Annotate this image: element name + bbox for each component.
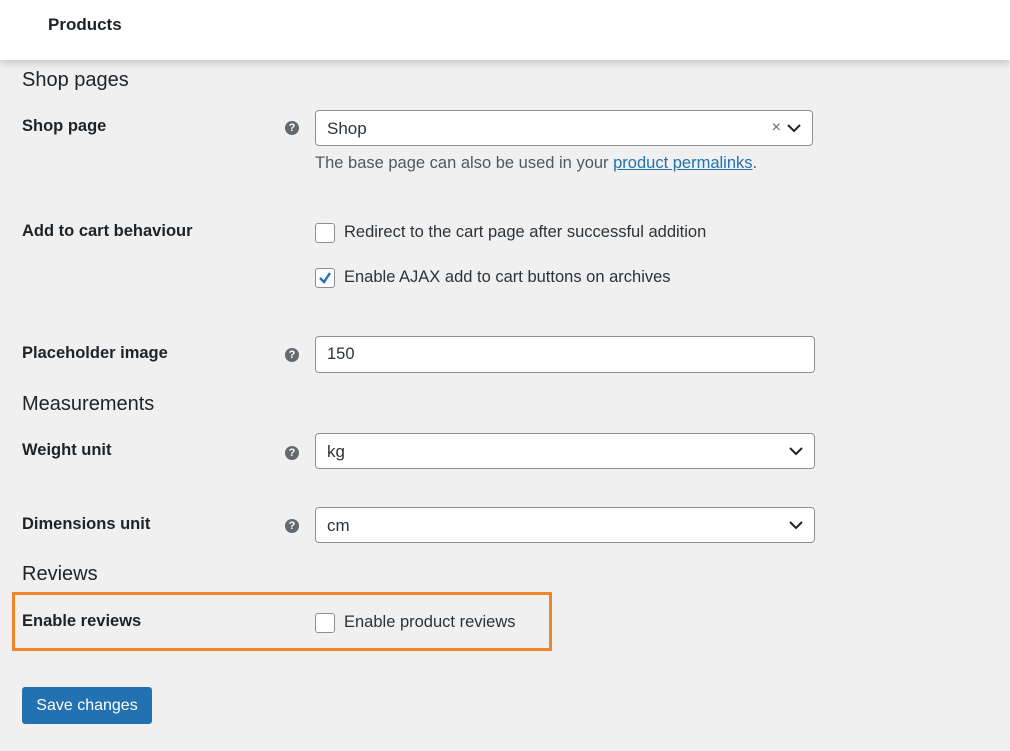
clear-icon[interactable]: × bbox=[772, 119, 781, 137]
add-to-cart-label: Add to cart behaviour bbox=[22, 222, 193, 240]
top-bar: Products bbox=[0, 0, 1010, 60]
placeholder-image-input[interactable]: 150 bbox=[315, 336, 815, 373]
section-title-measurements: Measurements bbox=[22, 393, 155, 415]
shop-page-value: Shop bbox=[327, 119, 367, 138]
chevron-down-icon bbox=[789, 447, 803, 456]
chevron-down-icon bbox=[787, 124, 801, 133]
placeholder-image-value: 150 bbox=[327, 345, 355, 363]
ajax-add-to-cart-label[interactable]: Enable AJAX add to cart buttons on archi… bbox=[344, 268, 671, 287]
weight-unit-label: Weight unit bbox=[22, 441, 112, 459]
redirect-to-cart-label[interactable]: Redirect to the cart page after successf… bbox=[344, 223, 706, 242]
shop-page-label: Shop page bbox=[22, 117, 107, 135]
page-title: Products bbox=[48, 15, 122, 34]
help-icon[interactable]: ? bbox=[285, 121, 299, 135]
weight-unit-value: kg bbox=[327, 442, 345, 461]
shop-page-description: The base page can also be used in your p… bbox=[315, 154, 757, 173]
section-title-reviews: Reviews bbox=[22, 563, 98, 585]
help-icon[interactable]: ? bbox=[285, 446, 299, 460]
save-changes-button[interactable]: Save changes bbox=[22, 687, 152, 724]
redirect-to-cart-checkbox[interactable] bbox=[315, 223, 335, 243]
help-icon[interactable]: ? bbox=[285, 519, 299, 533]
chevron-down-icon bbox=[789, 521, 803, 530]
checkmark-icon bbox=[319, 272, 331, 284]
shop-page-description-end: . bbox=[752, 154, 758, 172]
placeholder-image-label: Placeholder image bbox=[22, 344, 168, 362]
dimensions-unit-label: Dimensions unit bbox=[22, 515, 151, 533]
enable-product-reviews-label[interactable]: Enable product reviews bbox=[344, 613, 516, 632]
product-permalinks-link[interactable]: product permalinks bbox=[613, 154, 752, 172]
shop-page-description-text: The base page can also be used in your bbox=[315, 154, 614, 172]
weight-unit-select[interactable]: kg bbox=[315, 433, 815, 469]
dimensions-unit-value: cm bbox=[327, 516, 350, 535]
enable-product-reviews-checkbox[interactable] bbox=[315, 613, 335, 633]
help-icon[interactable]: ? bbox=[285, 348, 299, 362]
enable-reviews-label: Enable reviews bbox=[22, 612, 142, 630]
shop-page-select[interactable]: Shop × bbox=[315, 110, 813, 146]
ajax-add-to-cart-checkbox[interactable] bbox=[315, 268, 335, 288]
dimensions-unit-select[interactable]: cm bbox=[315, 507, 815, 543]
section-title-shop-pages: Shop pages bbox=[22, 69, 129, 91]
